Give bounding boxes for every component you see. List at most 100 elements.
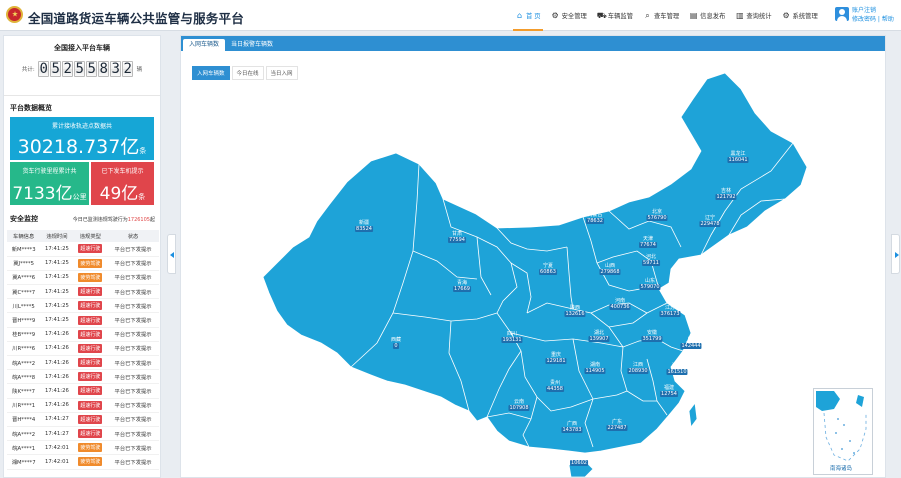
province-label[interactable]: 湖北 139907 [588,330,610,342]
column-header: 违规类型 [73,230,108,242]
province-label[interactable]: 福建 12754 [660,385,678,397]
cell-type: 疲劳驾驶 [73,454,108,470]
province-label[interactable]: 北京 576790 [646,209,668,221]
nav-item-6[interactable]: ⚙ 系统管理 [777,0,823,31]
document-icon: ▤ [689,11,698,20]
table-row[interactable]: 川R****6 17:41:26 超速行驶 平台已下发提示 [7,341,159,357]
province-label[interactable]: 贵州 44358 [546,380,564,392]
province-label[interactable]: 江苏 376173 [659,305,681,317]
table-row[interactable]: 川L****5 17:41:25 超速行驶 平台已下发提示 [7,298,159,314]
map-panel: 入网车辆数 当日报警车辆数 入网车辆数 今日在线 当日入网 新疆 83524 西… [180,35,886,478]
table-row[interactable]: 冀A****6 17:41:25 疲劳驾驶 平台已下发提示 [7,270,159,286]
search-icon: ⌕ [645,11,650,20]
province-label[interactable]: 宁夏 60863 [539,263,557,275]
nav-item-1[interactable]: ⚙ 安全管理 [546,0,592,31]
province-label[interactable]: 内蒙古 78632 [586,212,604,224]
app-title: 全国道路货运车辆公共监管与服务平台 [28,11,244,26]
table-row[interactable]: 晋H****9 17:41:25 超速行驶 平台已下发提示 [7,312,159,328]
nav-item-0[interactable]: ⌂ 首 页 [510,0,546,31]
table-row[interactable]: 冀C****7 17:41:25 超速行驶 平台已下发提示 [7,284,159,300]
province-label[interactable]: 辽宁 229478 [699,215,721,227]
cell-status: 平台已下发提示 [107,454,159,470]
province-label[interactable]: 广西 143783 [561,421,583,433]
china-map[interactable] [181,51,886,478]
collapse-right-arrow-icon[interactable] [891,234,900,274]
province-label[interactable]: 青海 17669 [453,280,471,292]
province-label[interactable]: 吉林 121792 [715,188,737,200]
province-label[interactable]: 西藏 0 [391,337,401,349]
province-vehicle-count: 12754 [660,391,678,397]
table-row[interactable]: 皖A****1 17:42:01 疲劳驾驶 平台已下发提示 [7,440,159,456]
nav-label: 查车管理 [653,13,680,20]
user-avatar-icon[interactable] [835,7,849,21]
nav-item-2[interactable]: ⛟ 车辆监管 [592,0,638,31]
province-label[interactable]: 广东 227487 [606,419,628,431]
table-header-row: 车辆信息 违规时间 违规类型 状态 [7,230,159,242]
cell-time: 17:41:27 [40,412,74,427]
violation-type-badge: 超速行驶 [78,329,103,339]
password-help-links[interactable]: 修改密码 | 帮助 [852,15,894,24]
province-label[interactable]: 四川 193131 [501,331,523,343]
province-label[interactable]: 云南 107908 [508,399,530,411]
province-label[interactable]: 黑龙江 116041 [727,151,749,163]
province-vehicle-count: 10602 [570,460,588,466]
island-dot [853,452,855,454]
table-row[interactable]: 晋H****4 17:41:27 超速行驶 平台已下发提示 [7,412,159,427]
collapse-left-arrow-icon[interactable] [167,234,176,274]
table-row[interactable]: 冀J****5 17:41:25 疲劳驾驶 平台已下发提示 [7,256,159,271]
taiwan-island [688,401,698,429]
table-row[interactable]: 桂B****9 17:41:26 超速行驶 平台已下发提示 [7,327,159,342]
province-label[interactable]: 安徽 351799 [641,330,663,342]
violation-type-badge: 超速行驶 [78,301,103,311]
island-dot [835,432,837,434]
province-label[interactable]: 海南 10602 [570,454,588,466]
province-label[interactable]: 新疆 83524 [355,220,373,232]
column-header: 车辆信息 [7,230,41,242]
province-label[interactable]: 河南 400736 [609,298,631,310]
violation-type-badge: 超速行驶 [78,429,103,439]
table-row[interactable]: 陕K****7 17:41:26 超速行驶 平台已下发提示 [7,383,159,399]
island-dot [849,440,851,442]
table-row[interactable]: 皖A****2 17:41:26 超速行驶 平台已下发提示 [7,355,159,371]
cell-status: 平台已下发提示 [107,369,159,385]
cell-plate: 冀J****5 [7,256,41,271]
table-row[interactable]: 新M****3 17:41:25 超速行驶 平台已下发提示 [7,242,159,257]
cell-type: 疲劳驾驶 [73,270,108,286]
cell-type: 疲劳驾驶 [73,256,108,271]
province-label[interactable]: 山东 579070 [639,278,661,290]
table-row[interactable]: 湘M****7 17:42:01 疲劳驾驶 平台已下发提示 [7,454,159,470]
province-label[interactable]: 湖南 114905 [584,362,606,374]
table-row[interactable]: 皖A****2 17:41:27 超速行驶 平台已下发提示 [7,426,159,442]
counter-suffix: 辆 [136,67,143,73]
province-label[interactable]: 江西 208930 [627,362,649,374]
province-vehicle-count: 142444 [680,343,702,349]
province-label[interactable]: 重庆 129181 [545,352,567,364]
province-label[interactable]: 天津 77674 [639,236,657,248]
province-label[interactable]: 河北 59711 [642,254,660,266]
nav-item-5[interactable]: ▥ 查询统计 [730,0,776,31]
nav-label: 系统管理 [792,13,818,20]
province-label[interactable]: 甘肃 77594 [448,231,466,243]
violation-type-badge: 超速行驶 [78,315,103,325]
island-dot [837,418,839,420]
province-vehicle-count: 139907 [588,336,610,342]
cell-plate: 桂B****9 [7,327,41,342]
table-row[interactable]: 皖A****8 17:41:26 超速行驶 平台已下发提示 [7,369,159,385]
tab-0[interactable]: 入网车辆数 [183,39,226,51]
nav-item-4[interactable]: ▤ 信息发布 [684,0,730,31]
province-label[interactable]: 上海 142444 [680,337,702,349]
cell-status: 平台已下发提示 [107,298,159,314]
nav-item-3[interactable]: ⌕ 查车管理 [638,0,684,31]
table-row[interactable]: 川R****1 17:41:26 超速行驶 平台已下发提示 [7,398,159,413]
counter-digit: 2 [122,61,134,77]
inset-dots [835,418,855,454]
tab-1[interactable]: 当日报警车辆数 [225,39,279,51]
logout-link[interactable]: 账户注销 [852,6,894,15]
province-vehicle-count: 116041 [727,157,749,163]
province-label[interactable]: 陕西 132616 [564,305,586,317]
nav-label: 信息发布 [700,13,726,20]
cell-plate: 皖A****8 [7,369,41,385]
province-label[interactable]: 浙江 161510 [666,363,688,375]
cell-type: 超速行驶 [73,312,108,328]
province-label[interactable]: 山西 279868 [599,263,621,275]
